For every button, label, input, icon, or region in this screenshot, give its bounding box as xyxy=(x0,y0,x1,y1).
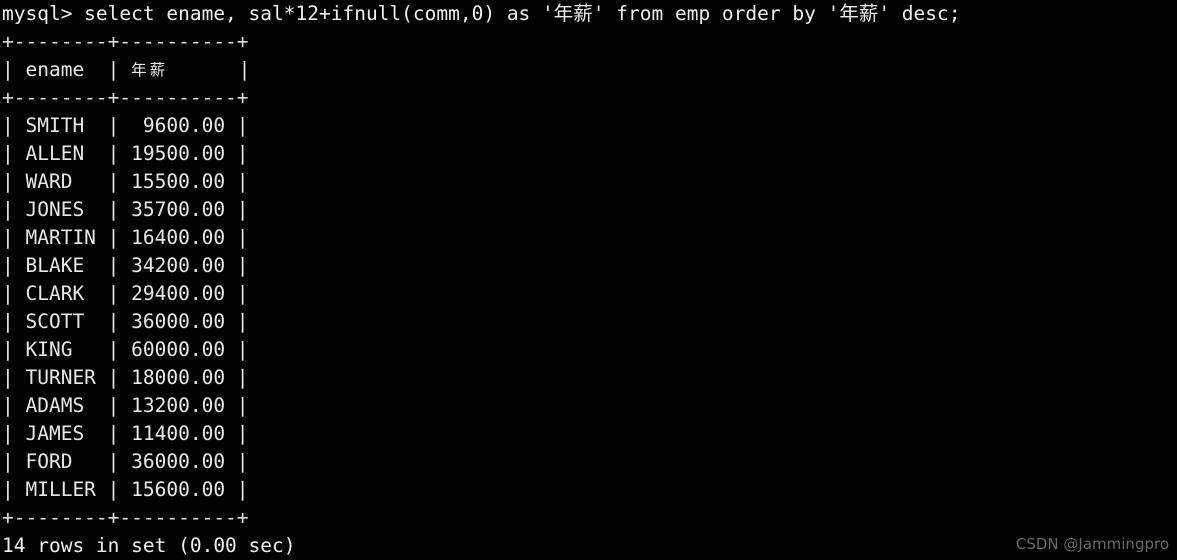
table-separator-header: +--------+----------+ xyxy=(2,86,249,109)
watermark: CSDN @Jammingpro xyxy=(1015,535,1169,553)
table-header-annual-salary: 年薪 xyxy=(131,61,169,79)
terminal-window[interactable]: mysql> select ename, sal*12+ifnull(comm,… xyxy=(0,0,1177,559)
table-row: | JAMES | 11400.00 | xyxy=(2,422,249,445)
table-row: | ALLEN | 19500.00 | xyxy=(2,142,249,165)
table-header-row: | ename | 年薪 | xyxy=(2,56,1177,84)
table-row: | FORD | 36000.00 | xyxy=(2,450,249,473)
table-row: | TURNER | 18000.00 | xyxy=(2,366,249,389)
table-row: | CLARK | 29400.00 | xyxy=(2,282,249,305)
table-row: | SCOTT | 36000.00 | xyxy=(2,310,249,333)
table-row: | MILLER | 15600.00 | xyxy=(2,478,249,501)
result-status: 14 rows in set (0.00 sec) xyxy=(2,534,296,557)
table-row: | KING | 60000.00 | xyxy=(2,338,249,361)
table-separator-bottom: +--------+----------+ xyxy=(2,506,249,529)
table-row: | BLAKE | 34200.00 | xyxy=(2,254,249,277)
table-row: | SMITH | 9600.00 | xyxy=(2,114,249,137)
table-separator-top: +--------+----------+ xyxy=(2,30,249,53)
command-line: mysql> select ename, sal*12+ifnull(comm,… xyxy=(2,2,961,25)
table-header-ename: | ename | xyxy=(2,58,132,81)
table-row: | WARD | 15500.00 | xyxy=(2,170,249,193)
table-row: | ADAMS | 13200.00 | xyxy=(2,394,249,417)
table-header-pad: | xyxy=(168,58,251,81)
table-row: | MARTIN | 16400.00 | xyxy=(2,226,249,249)
table-body: | SMITH | 9600.00 | | ALLEN | 19500.00 | |… xyxy=(2,112,1177,504)
table-row: | JONES | 35700.00 | xyxy=(2,198,249,221)
